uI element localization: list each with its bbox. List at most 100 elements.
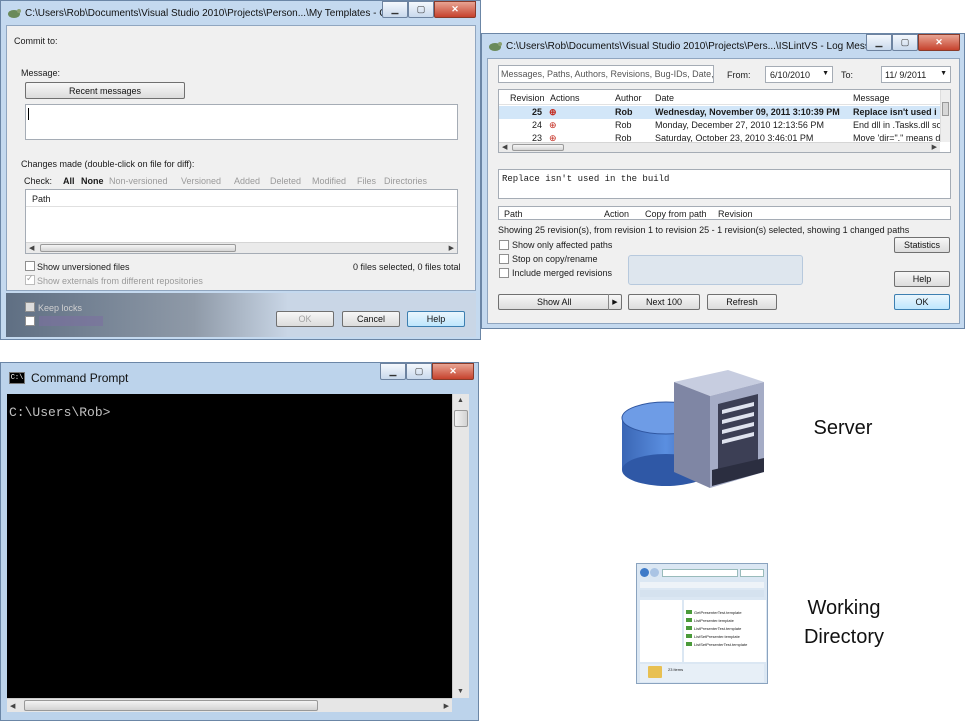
log-search-input[interactable]: Messages, Paths, Authors, Revisions, Bug… [498, 65, 714, 83]
show-unversioned-checkbox[interactable] [25, 261, 35, 271]
log-ok-button[interactable]: OK [894, 294, 950, 310]
scroll-left-icon[interactable]: ◀ [10, 702, 15, 710]
from-date-picker[interactable]: 6/10/2010 ▼ [765, 66, 833, 83]
log-help-button[interactable]: Help [894, 271, 950, 287]
dropdown-arrow-icon[interactable]: ▶ [608, 294, 621, 310]
filter-versioned[interactable]: Versioned [181, 176, 221, 186]
changed-paths-list[interactable]: Path Action Copy from path Revision [498, 206, 951, 220]
show-externals-label: Show externals from different repositori… [37, 276, 203, 286]
ok-button[interactable]: OK [276, 311, 334, 327]
to-label: To: [841, 70, 854, 80]
filter-all[interactable]: All [63, 176, 75, 186]
filter-modified[interactable]: Modified [312, 176, 346, 186]
list-item: GetPresenterTest.template [694, 610, 742, 615]
changes-hscroll[interactable]: ◀ ▶ [26, 242, 457, 253]
commit-client: Commit to: Message: Recent messages Chan… [6, 25, 476, 291]
scroll-up-icon[interactable]: ▲ [457, 397, 464, 404]
cmd-hscroll-thumb[interactable] [24, 700, 318, 711]
keep-locks-checkbox[interactable] [25, 302, 35, 312]
cmd-icon: C:\ [9, 372, 25, 384]
refresh-button[interactable]: Refresh [707, 294, 777, 310]
revision-vscroll[interactable] [940, 90, 950, 142]
modified-icon: ⊕ [549, 107, 557, 117]
thumb-navpane [640, 600, 682, 662]
col-copy-from[interactable]: Copy from path [645, 209, 707, 219]
filter-directories[interactable]: Directories [384, 176, 427, 186]
minimize-icon[interactable]: ▁ [866, 34, 892, 51]
revision-list-header: Revision Actions Author Date Message [499, 90, 940, 105]
table-row[interactable]: 24 ⊕ Rob Monday, December 27, 2010 12:13… [499, 119, 947, 132]
revision-hscroll-thumb[interactable] [512, 144, 564, 151]
cmd-vscroll[interactable]: ▲ ▼ [452, 394, 469, 698]
chevron-down-icon[interactable]: ▼ [822, 70, 829, 77]
log-message-box[interactable]: Replace isn't used in the build [498, 169, 951, 199]
list-item: ListSetPresenter.template [694, 634, 740, 639]
log-status-text: Showing 25 revision(s), from revision 1 … [498, 225, 910, 235]
close-icon[interactable]: ✕ [434, 1, 476, 18]
working-directory-label: Working Directory [803, 597, 884, 648]
filter-deleted[interactable]: Deleted [270, 176, 301, 186]
changes-hscroll-thumb[interactable] [40, 244, 236, 252]
path-column-header[interactable]: Path [26, 190, 457, 207]
minimize-icon[interactable]: ▁ [380, 363, 406, 380]
filter-none[interactable]: None [81, 176, 104, 186]
filter-non-versioned[interactable]: Non-versioned [109, 176, 168, 186]
filter-files[interactable]: Files [357, 176, 376, 186]
cmd-title: Command Prompt [31, 371, 129, 385]
recent-messages-button[interactable]: Recent messages [25, 82, 185, 99]
minimize-icon[interactable]: ▁ [382, 1, 408, 18]
statistics-button[interactable]: Statistics [894, 237, 950, 253]
revision-hscroll[interactable]: ◀ ▶ [499, 142, 940, 152]
col-revision[interactable]: Revision [510, 93, 545, 103]
table-row[interactable]: 25 ⊕ Rob Wednesday, November 09, 2011 3:… [499, 106, 940, 119]
server-label: Server [813, 417, 873, 439]
cancel-button[interactable]: Cancel [342, 311, 400, 327]
back-icon [640, 568, 649, 577]
list-item: ListSetPresenterTest.template [694, 642, 748, 647]
col-message[interactable]: Message [853, 93, 890, 103]
filter-added[interactable]: Added [234, 176, 260, 186]
close-icon[interactable]: ✕ [918, 34, 960, 51]
show-affected-checkbox[interactable] [499, 240, 509, 250]
col-actions[interactable]: Actions [550, 93, 580, 103]
modified-icon: ⊕ [549, 120, 557, 130]
thumb-addressbar [640, 568, 764, 578]
close-icon[interactable]: ✕ [432, 363, 474, 380]
col-date[interactable]: Date [655, 93, 674, 103]
show-all-button[interactable]: Show All ▶ [498, 294, 622, 310]
log-window-controls: ▁ ▢ ✕ [866, 34, 960, 51]
maximize-icon[interactable]: ▢ [408, 1, 434, 18]
stop-on-copy-label: Stop on copy/rename [512, 254, 598, 264]
cmd-window: C:\ Command Prompt ▁ ▢ ✕ C:\Users\Rob> ▲… [0, 362, 479, 721]
commit-to-label: Commit to: [14, 36, 58, 46]
next-100-button[interactable]: Next 100 [628, 294, 700, 310]
show-externals-checkbox[interactable] [25, 273, 35, 285]
message-input[interactable] [25, 104, 458, 140]
col-path-revision[interactable]: Revision [718, 209, 753, 219]
col-author[interactable]: Author [615, 93, 642, 103]
maximize-icon[interactable]: ▢ [406, 363, 432, 380]
stop-on-copy-checkbox[interactable] [499, 254, 509, 264]
include-merged-checkbox[interactable] [499, 268, 509, 278]
show-unversioned-label: Show unversioned files [37, 262, 130, 272]
list-item: ListPresenterTest.template [694, 626, 742, 631]
cmd-vscroll-thumb[interactable] [454, 410, 468, 427]
tortoise-icon [489, 42, 502, 51]
changes-list[interactable]: Path ◀ ▶ [25, 189, 458, 254]
tortoise-icon [8, 9, 21, 18]
to-date-picker[interactable]: 11/ 9/2011 ▼ [881, 66, 951, 83]
from-label: From: [727, 70, 751, 80]
blurred-checkbox[interactable] [25, 316, 35, 326]
cmd-console[interactable]: C:\Users\Rob> [7, 394, 452, 698]
message-label: Message: [21, 68, 61, 78]
col-path[interactable]: Path [504, 209, 523, 219]
scroll-down-icon[interactable]: ▼ [457, 688, 464, 695]
help-button[interactable]: Help [407, 311, 465, 327]
revision-list[interactable]: Revision Actions Author Date Message 25 … [498, 89, 951, 153]
col-action[interactable]: Action [604, 209, 629, 219]
cmd-hscroll[interactable]: ◀ ▶ [7, 698, 452, 712]
maximize-icon[interactable]: ▢ [892, 34, 918, 51]
chevron-down-icon[interactable]: ▼ [940, 70, 947, 77]
files-selected-text: 0 files selected, 0 files total [353, 262, 461, 272]
scroll-right-icon[interactable]: ▶ [444, 702, 449, 710]
